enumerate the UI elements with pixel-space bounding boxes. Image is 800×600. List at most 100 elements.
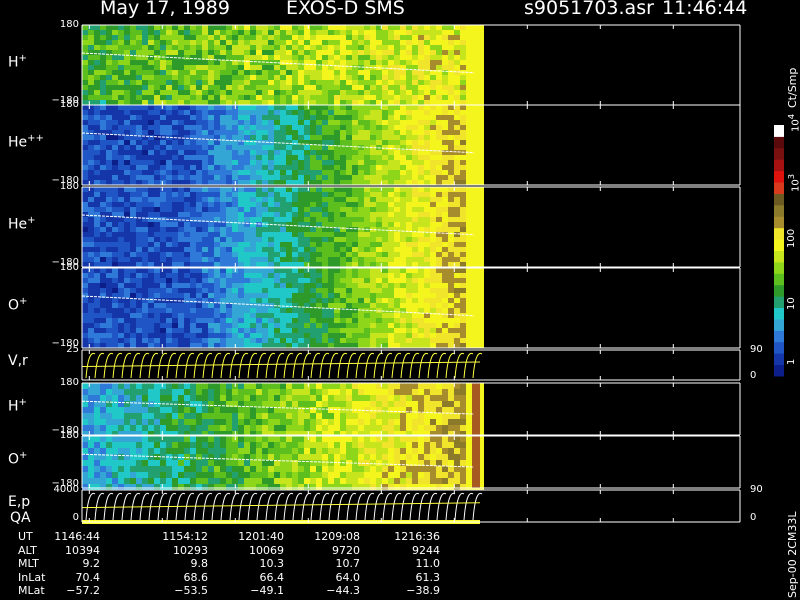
heatmap-cell (154, 298, 160, 303)
heatmap-cell (292, 25, 298, 30)
heatmap-cell (400, 25, 406, 30)
heatmap-cell (112, 283, 118, 288)
heatmap-cell (334, 247, 340, 252)
heatmap-cell (334, 237, 340, 242)
heatmap-cell (178, 75, 184, 80)
heatmap-cell (382, 120, 388, 125)
heatmap-cell (244, 237, 250, 242)
heatmap-cell (358, 383, 364, 389)
heatmap-cell (184, 65, 190, 70)
heatmap-cell (388, 95, 394, 100)
heatmap-cell (298, 135, 304, 140)
heatmap-cell (154, 80, 160, 85)
heatmap-cell (208, 50, 214, 55)
heatmap-cell (292, 308, 298, 313)
heatmap-cell (370, 95, 376, 100)
heatmap-cell (94, 180, 100, 185)
heatmap-cell (418, 85, 424, 90)
heatmap-cell (418, 278, 424, 283)
heatmap-cell (448, 85, 454, 90)
heatmap-cell (238, 110, 244, 115)
heatmap-cell (292, 202, 298, 207)
heatmap-cell (466, 180, 472, 185)
heatmap-cell (316, 293, 322, 298)
heatmap-cell (88, 175, 94, 180)
heatmap-cell (88, 407, 94, 413)
heatmap-cell (460, 50, 466, 55)
heatmap-cell (310, 110, 316, 115)
heatmap-cell (328, 283, 334, 288)
heatmap-cell (352, 227, 358, 232)
sweep-curve (220, 352, 231, 379)
heatmap-cell (478, 222, 484, 227)
heatmap-cell (304, 50, 310, 55)
heatmap-cell (202, 343, 208, 348)
heatmap-cell (352, 318, 358, 323)
heatmap-cell (310, 323, 316, 328)
heatmap-cell (334, 328, 340, 333)
heatmap-cell (310, 202, 316, 207)
heatmap-cell (166, 303, 172, 308)
heatmap-cell (442, 135, 448, 140)
heatmap-cell (316, 65, 322, 70)
heatmap-cell (142, 170, 148, 175)
heatmap-cell (112, 140, 118, 145)
heatmap-cell (238, 252, 244, 257)
heatmap-cell (82, 60, 88, 65)
heatmap-cell (400, 120, 406, 125)
heatmap-cell (244, 40, 250, 45)
heatmap-cell (340, 180, 346, 185)
heatmap-cell (406, 202, 412, 207)
heatmap-cell (376, 298, 382, 303)
heatmap-cell (460, 165, 466, 170)
heatmap-cell (148, 70, 154, 75)
heatmap-cell (478, 130, 484, 135)
heatmap-cell (208, 425, 214, 431)
heatmap-cell (256, 50, 262, 55)
heatmap-cell (148, 65, 154, 70)
heatmap-cell (280, 115, 286, 120)
heatmap-cell (184, 135, 190, 140)
heatmap-cell (118, 237, 124, 242)
heatmap-cell (184, 30, 190, 35)
heatmap-cell (196, 252, 202, 257)
heatmap-cell (184, 35, 190, 40)
heatmap-cell (460, 252, 466, 257)
heatmap-cell (454, 170, 460, 175)
heatmap-cell (112, 135, 118, 140)
heatmap-cell (298, 212, 304, 217)
heatmap-cell (334, 140, 340, 145)
heatmap-cell (178, 293, 184, 298)
heatmap-cell (466, 160, 472, 165)
heatmap-cell (418, 247, 424, 252)
heatmap-cell (268, 262, 274, 267)
heatmap-cell (304, 217, 310, 222)
heatmap-cell (130, 333, 136, 338)
heatmap-cell (112, 227, 118, 232)
heatmap-cell (304, 145, 310, 150)
heatmap-cell (454, 30, 460, 35)
heatmap-cell (382, 50, 388, 55)
heatmap-cell (178, 50, 184, 55)
heatmap-cell (340, 95, 346, 100)
heatmap-cell (406, 298, 412, 303)
heatmap-cell (430, 247, 436, 252)
heatmap-cell (316, 30, 322, 35)
heatmap-cell (358, 419, 364, 425)
heatmap-cell (334, 242, 340, 247)
heatmap-cell (304, 125, 310, 130)
heatmap-cell (178, 155, 184, 160)
heatmap-cell (148, 155, 154, 160)
heatmap-cell (328, 100, 334, 105)
heatmap-cell (364, 278, 370, 283)
heatmap-cell (172, 242, 178, 247)
heatmap-cell (238, 389, 244, 395)
heatmap-cell (220, 130, 226, 135)
heatmap-cell (376, 60, 382, 65)
heatmap-cell (196, 257, 202, 262)
heatmap-cell (478, 308, 484, 313)
heatmap-cell (442, 80, 448, 85)
heatmap-cell (472, 288, 478, 293)
heatmap-cell (88, 333, 94, 338)
heatmap-cell (118, 318, 124, 323)
